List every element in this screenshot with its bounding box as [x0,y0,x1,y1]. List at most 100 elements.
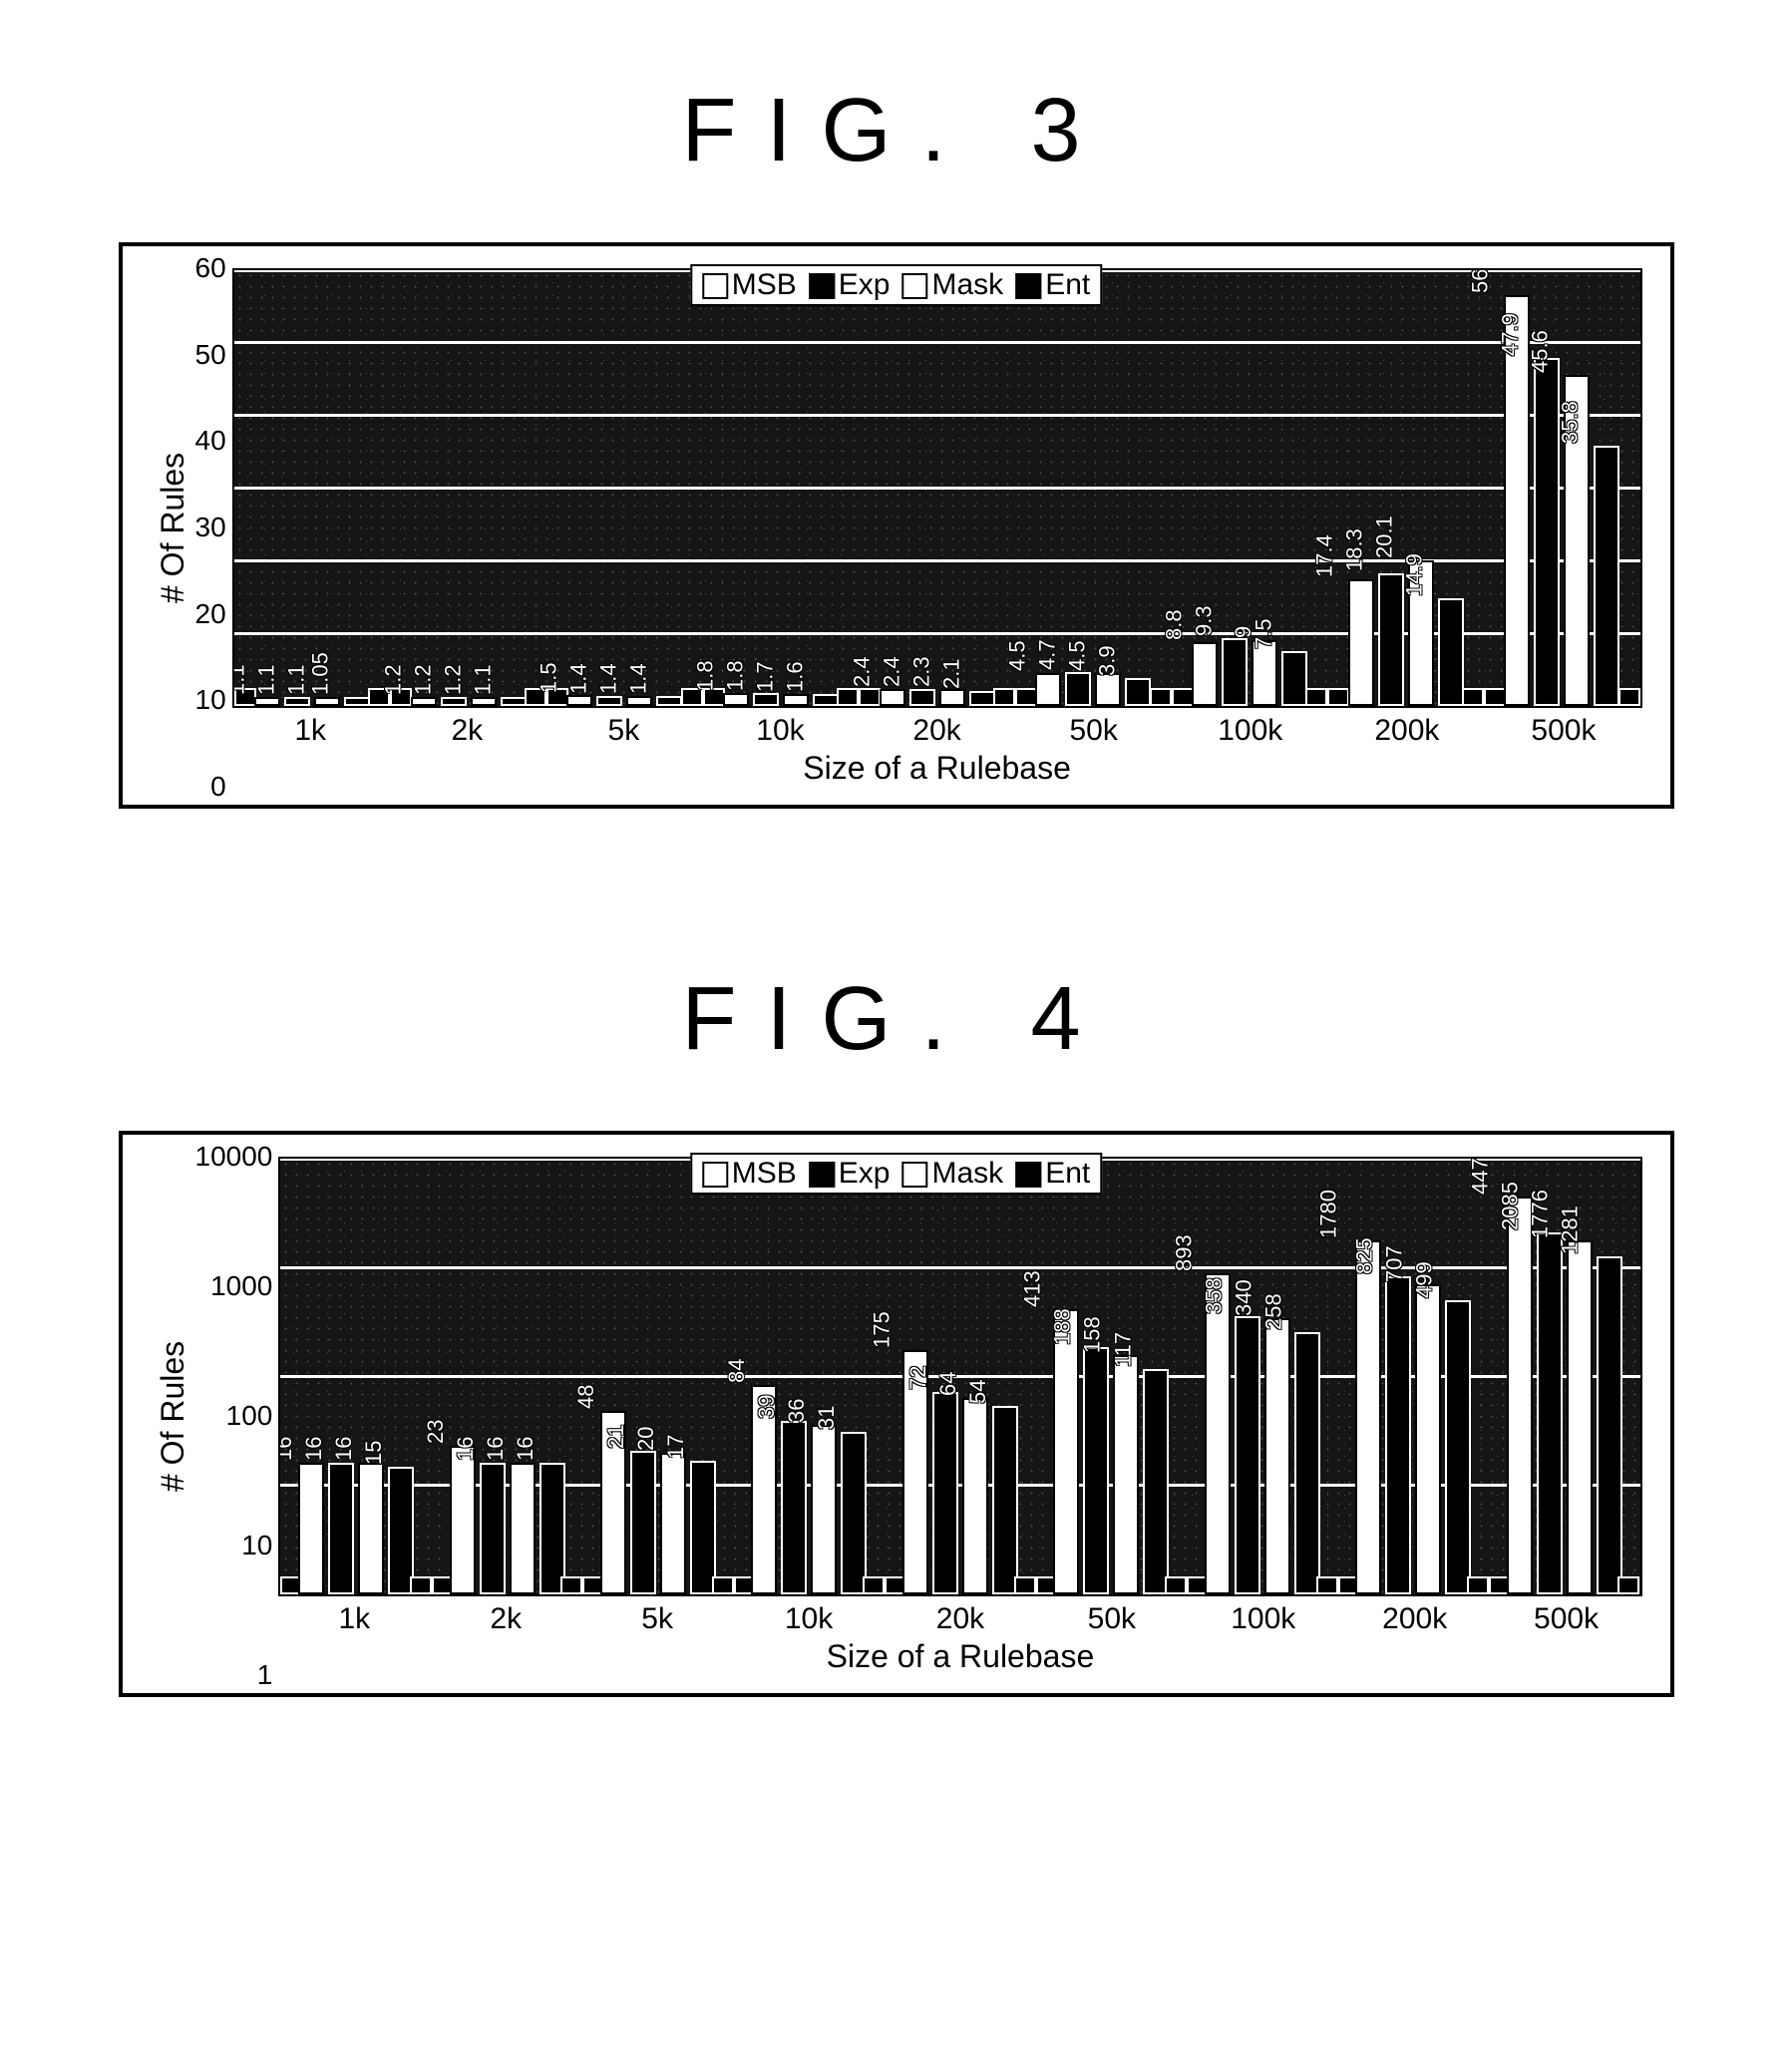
bar: 16 [358,1463,384,1594]
bar: 1.6 [813,694,839,706]
bar-group: 16161615 [280,1159,431,1594]
bar: 16 [328,1463,354,1594]
bar-value-label: 2085 [1497,1182,1523,1234]
bar-group: 413188158 117 [1036,1159,1187,1594]
bar-value-label: 18.3 [1341,528,1367,575]
bar: 117 [1143,1369,1169,1594]
bar: 31 [841,1432,867,1594]
x-tick: 50k [1036,1596,1188,1636]
bar-value-label: 3.9 [1095,645,1121,680]
x-axis-ticks: 1k2k5k10k20k50k100k200k500k [232,708,1642,748]
bar-value-label: 16 [482,1437,508,1465]
bar: 20 [660,1453,686,1594]
bar-group: 1.11.11.11.05 [234,270,391,706]
bar-value-label: 72 [905,1366,931,1394]
bar-value-label: 1.8 [693,660,719,695]
legend-item: Ent [1015,1157,1090,1191]
legend-swatch [1015,1162,1041,1188]
bar-value-label: 16 [331,1437,357,1465]
x-tick: 1k [278,1596,430,1636]
bar-group: 56.547.945.635.8 [1484,270,1640,706]
bar-value-label: 1.7 [753,661,779,696]
legend-label: Mask [932,1157,1004,1190]
bar-group: 23161616 [432,1159,582,1594]
legend-label: Mask [932,268,1004,301]
bar-value-label: 9.3 [1192,606,1218,641]
bar-group: 8.89.397.5 [1172,270,1328,706]
bar-group: 1.21.21.21.1 [390,270,546,706]
bar-value-label: 2.3 [908,657,934,692]
page: FIG. 3 MSBExpMaskEnt # Of Rules 60504030… [0,0,1792,1916]
bar-value-label: 1.1 [470,665,496,700]
legend-label: Ent [1045,268,1090,301]
bar-value-label: 1.4 [596,663,622,698]
bar-value-label: 158 [1080,1316,1106,1357]
bar-value-label: 45.6 [1528,330,1554,377]
bar-value-label: 825 [1352,1238,1378,1279]
bar-value-label: 188 [1050,1308,1076,1349]
bar: 15 [388,1467,414,1594]
bar-group: 1.51.41.41.4 [546,270,703,706]
bar: 16 [298,1463,324,1594]
bar-value-label: 39 [754,1395,780,1423]
bar: 17.4 [1348,579,1374,706]
bar-value-label: 1281 [1557,1206,1583,1258]
bar: 39 [781,1421,807,1594]
bar: 1.05 [344,697,370,706]
legend-swatch [809,273,835,299]
bar: 188 [1083,1347,1109,1594]
bar-value-label: 48 [573,1385,599,1413]
bar: 35.8 [1594,446,1619,706]
bar-value-label: 1776 [1527,1190,1553,1242]
x-tick: 100k [1188,1596,1339,1636]
bar: 413 [1053,1309,1079,1594]
bar: 54 [992,1406,1018,1594]
bar-value-label: 2.1 [938,658,964,693]
y-axis-ticks: 100001000100101 [195,1157,279,1675]
legend-label: Exp [839,268,891,301]
figure-4-title: FIG. 4 [0,968,1792,1071]
bar: 2.1 [969,691,995,706]
legend-label: Exp [839,1157,891,1190]
bar: 1776 [1567,1240,1593,1594]
x-tick: 5k [545,708,702,748]
bar: 64 [962,1398,988,1594]
bar-value-label: 31 [814,1406,840,1434]
bar: 358 [1235,1316,1260,1594]
bar-value-label: 175 [870,1311,896,1352]
plot-area: 1616161523161616482120178439363117572645… [278,1157,1641,1596]
bar: 72 [932,1392,958,1594]
x-axis-label: Size of a Rulebase [232,750,1642,787]
x-tick: 20k [859,708,1015,748]
legend-label: MSB [732,1157,797,1190]
legend-item: Ent [1015,268,1090,302]
bar-value-label: 84 [724,1358,750,1386]
bar-value-label: 23 [422,1420,448,1448]
bar-group: 2.42.42.32.1 [859,270,1015,706]
legend-item: Exp [809,1157,891,1191]
plot-area: 1.11.11.11.051.21.21.21.11.51.41.41.41.8… [232,268,1642,708]
bar: 16 [539,1463,565,1594]
bar: 9.3 [1222,638,1248,706]
x-axis-ticks: 1k2k5k10k20k50k100k200k500k [278,1596,1641,1636]
bar: 14.9 [1438,598,1464,707]
x-tick: 1k [232,708,389,748]
legend-item: MSB [702,1157,797,1191]
x-tick: 500k [1491,1596,1642,1636]
bar: 8.8 [1192,642,1218,706]
bar-value-label: 893 [1171,1234,1197,1275]
bar-value-label: 1.5 [537,662,562,697]
bar: 1.4 [656,696,682,706]
bar: 4470 [1507,1197,1533,1594]
bar-value-label: 2.4 [879,656,904,691]
legend-item: Mask [902,1157,1004,1191]
bar: 1281 [1597,1256,1622,1595]
bar-value-label: 1.1 [284,665,310,700]
bar-value-label: 4470 [1467,1157,1493,1199]
bar-value-label: 17.4 [1311,534,1337,581]
bar-value-label: 340 [1231,1280,1256,1321]
bar-value-label: 1.1 [232,665,250,700]
bar-value-label: 21 [603,1424,629,1452]
x-tick: 5k [581,1596,733,1636]
y-axis-label: # Of Rules [151,268,195,787]
